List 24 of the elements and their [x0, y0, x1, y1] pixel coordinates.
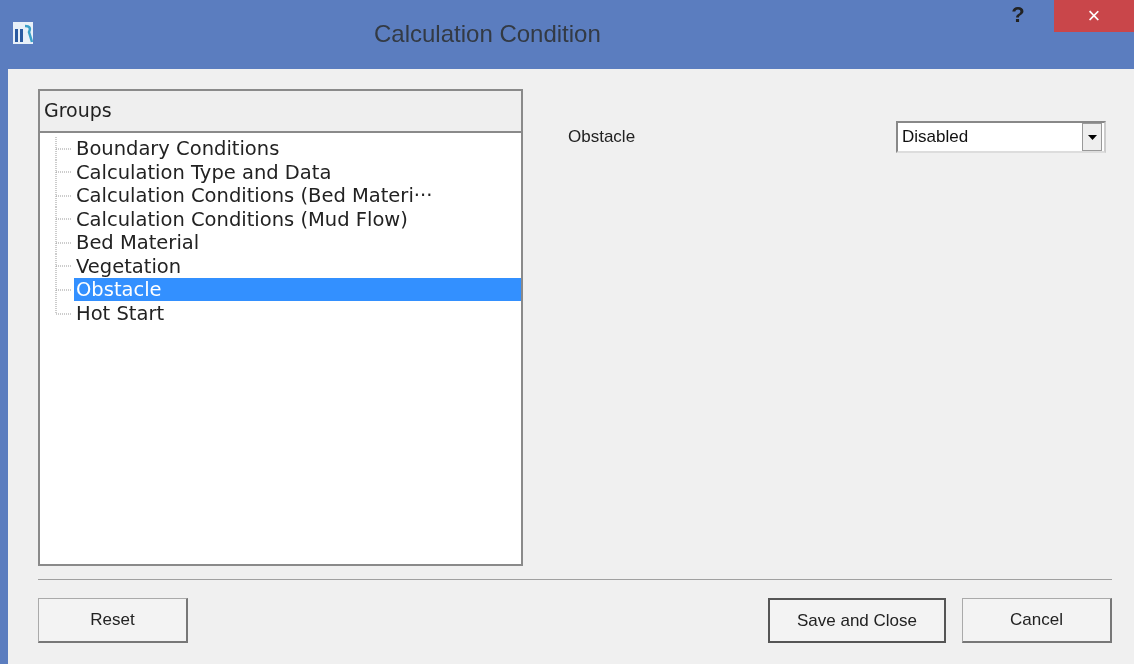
- tree-connector-icon: [54, 183, 74, 208]
- dropdown-arrow-icon: [1087, 134, 1097, 140]
- tree-item[interactable]: Vegetation: [74, 254, 521, 278]
- tree-item[interactable]: Calculation Conditions (Mud Flow): [74, 207, 521, 231]
- reset-button[interactable]: Reset: [38, 598, 188, 643]
- window-title: Calculation Condition: [374, 20, 601, 48]
- setting-label: Obstacle: [568, 127, 636, 147]
- tree-connector-icon: [54, 230, 74, 255]
- tree-item[interactable]: Bed Material: [74, 231, 521, 255]
- app-logo-icon: [12, 20, 34, 46]
- column-header: Groups: [40, 91, 521, 133]
- close-button[interactable]: ×: [1054, 0, 1134, 32]
- cancel-button[interactable]: Cancel: [962, 598, 1112, 643]
- tree-connector-icon: [54, 254, 74, 279]
- tree-item[interactable]: Calculation Type and Data: [74, 160, 521, 184]
- tree-item[interactable]: Hot Start: [74, 301, 521, 325]
- tree-connector-icon: [54, 160, 74, 185]
- help-button[interactable]: ?: [1000, 0, 1036, 30]
- save-and-close-button[interactable]: Save and Close: [768, 598, 946, 643]
- tree-connector-icon: [54, 207, 74, 232]
- tree-item[interactable]: Boundary Conditions: [74, 137, 521, 161]
- tree-item[interactable]: Calculation Conditions (Bed Materi···: [74, 184, 521, 208]
- tree-connector-icon: [54, 136, 74, 161]
- dropdown[interactable]: Disabled: [896, 121, 1106, 153]
